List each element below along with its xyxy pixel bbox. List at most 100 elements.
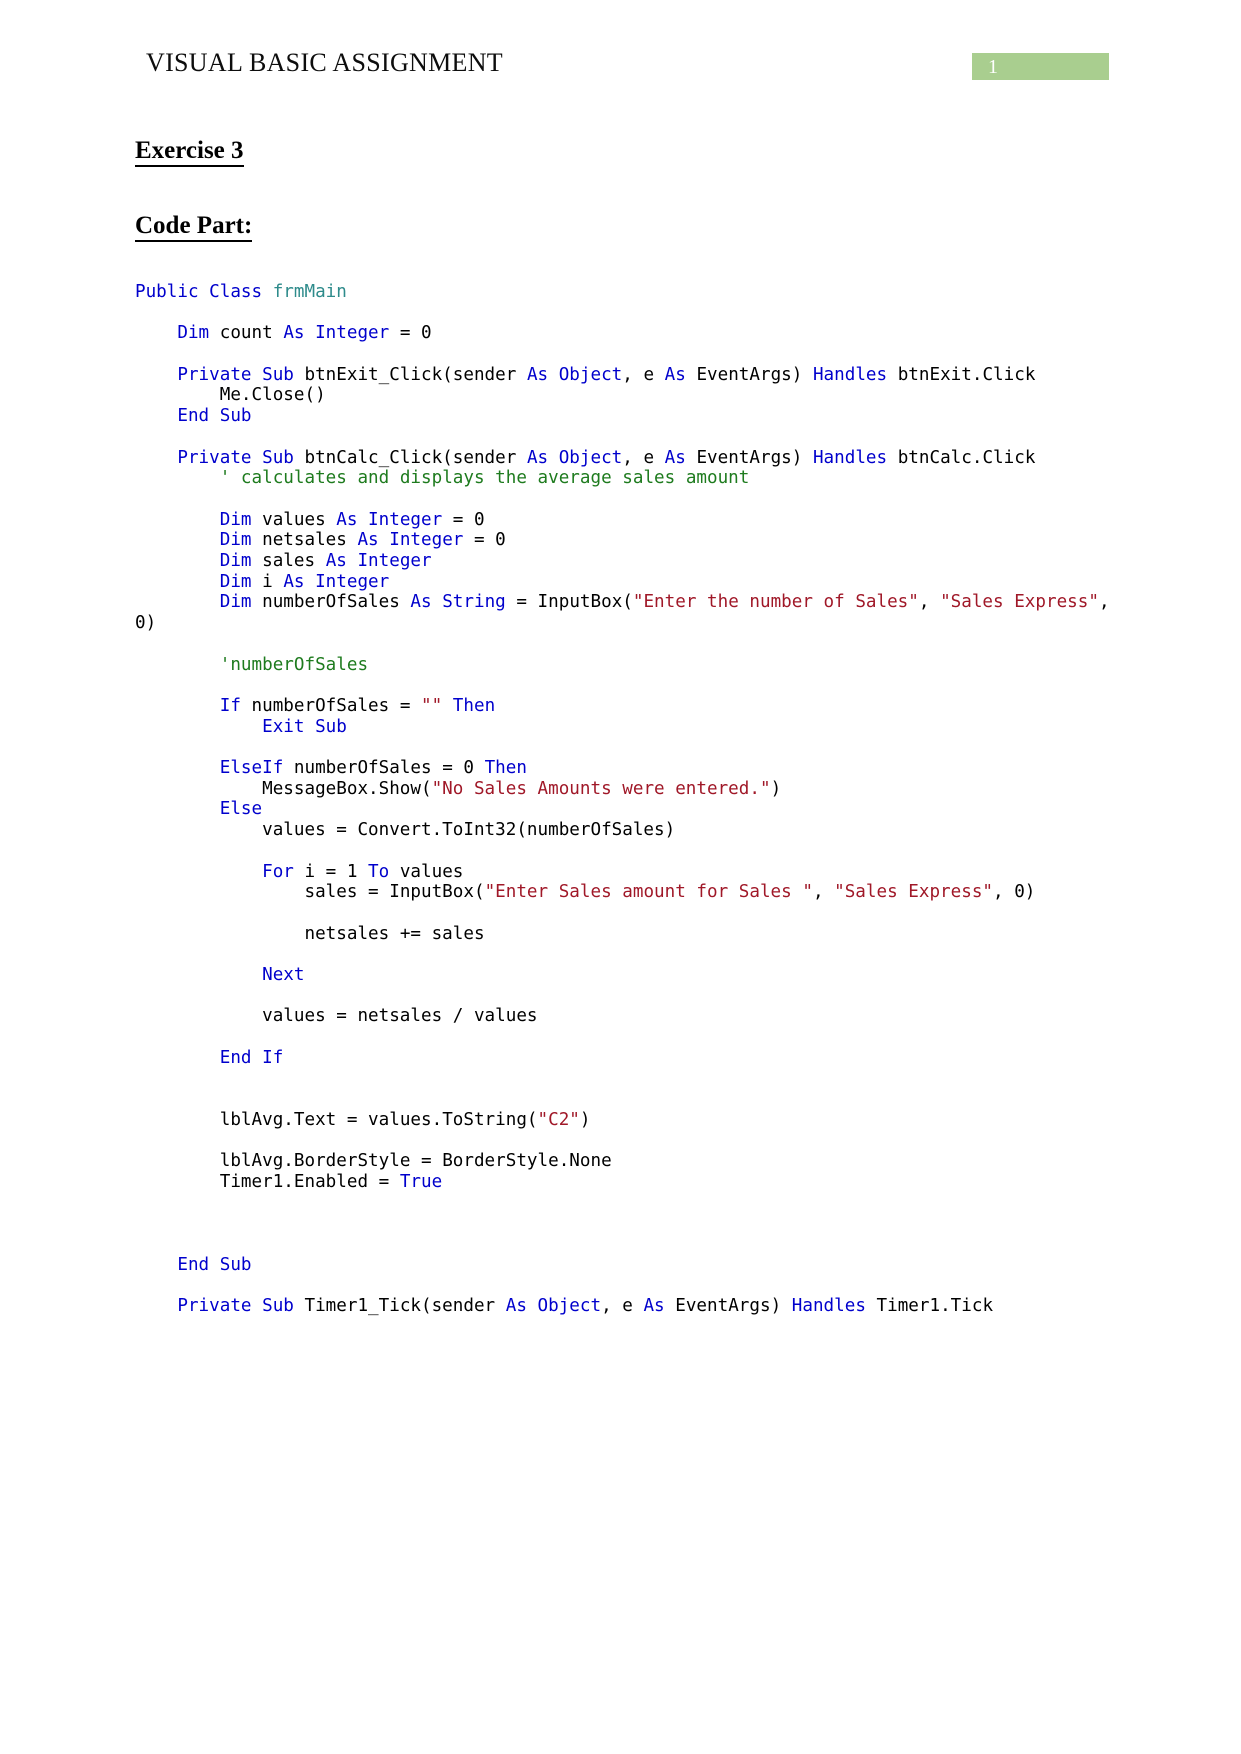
code-token-kw: To [368,861,400,882]
code-token-txt: Timer1.Tick [876,1296,994,1317]
code-token-txt: = 0 [442,509,485,530]
code-token-txt: = 0 [463,530,506,551]
code-token-txt: numberOfSales = 0 [293,758,485,779]
heading-exercise-label: Exercise 3 [135,137,244,167]
code-token-txt: netsales += sales [135,923,485,944]
code-token-kw: Then [452,695,496,716]
code-token-kw: If [219,695,252,716]
code-token-kw: As Object [505,1296,602,1317]
code-token-type: frmMain [272,282,347,302]
code-token-txt: netsales [262,530,358,551]
code-token-cmt: ' calculates and displays the average sa… [219,468,750,489]
heading-exercise: Exercise 3 [135,136,244,167]
code-token-kw: As Integer [283,571,390,592]
code-line: values = Convert.ToInt32(numberOfSales) [135,820,1135,841]
code-line: ' calculates and displays the average sa… [135,468,1135,489]
code-line: sales = InputBox("Enter Sales amount for… [135,882,1135,903]
code-block: Public Class frmMain Dim count As Intege… [135,282,1135,1317]
code-token-txt: EventArgs) [696,364,813,385]
code-token-kw: Then [484,758,527,779]
heading-code-part: Code Part: [135,211,253,242]
code-line: 'numberOfSales [135,655,1135,676]
code-token-txt: values = netsales / values [135,1006,538,1027]
code-token-kw: As Integer [357,530,464,551]
code-line: Public Class frmMain [135,282,1135,303]
code-line: End Sub [135,406,1135,427]
code-token-txt: ) [770,778,782,799]
code-token-kw: As String [410,592,506,613]
code-line: Dim sales As Integer [135,551,1135,572]
code-token-kw: End If [219,1047,284,1068]
code-token-kw: Else [219,799,263,820]
code-token-txt: EventArgs) [675,1296,792,1317]
code-token-txt: numberOfSales [262,592,411,613]
code-line: netsales += sales [135,924,1135,945]
code-token-txt: lblAvg.Text = values.ToString( [135,1109,538,1130]
code-token-kw: Dim [219,530,263,551]
code-token-kw: As Object [526,447,623,468]
code-token-str: "C2" [537,1109,580,1130]
code-line: Else [135,799,1135,820]
code-token-txt: , [812,882,835,903]
code-token-kw: Handles [791,1296,877,1317]
code-token-txt: , [918,592,941,613]
code-token-cmt: 'numberOfSales [219,654,369,675]
code-token-kw: As [643,1296,676,1317]
code-token-txt: Timer1.Enabled = [135,1172,400,1192]
code-token-txt: MessageBox.Show( [135,778,432,799]
code-line: values = netsales / values [135,1006,1135,1027]
code-token-txt: EventArgs) [696,447,813,468]
code-token-txt: sales [262,551,326,572]
code-token-kw: Private Sub [177,1296,305,1317]
code-line: lblAvg.Text = values.ToString("C2") [135,1110,1135,1131]
code-token-kw: As Object [526,364,623,385]
code-line: Me.Close() [135,385,1135,406]
code-token-txt: , e [601,1296,644,1317]
code-line: MessageBox.Show("No Sales Amounts were e… [135,779,1135,800]
code-line: For i = 1 To values [135,862,1135,883]
code-token-str: "Sales Express" [834,882,994,903]
code-token-txt: btnCalc.Click [897,447,1036,468]
code-token-str: "Enter Sales amount for Sales " [484,882,813,903]
code-token-txt: Me.Close() [135,385,326,406]
code-token-txt: = InputBox( [505,592,633,613]
code-token-txt: = 0 [389,323,432,344]
code-line: End Sub [135,1255,1135,1276]
code-token-txt: Timer1_Tick(sender [304,1296,506,1317]
code-line: Dim values As Integer = 0 [135,510,1135,531]
code-token-str: "No Sales Amounts were entered." [431,778,771,799]
code-line: Dim netsales As Integer = 0 [135,530,1135,551]
code-token-txt: btnExit.Click [897,364,1036,385]
code-token-kw: Handles [812,364,898,385]
code-token-kw: Dim [219,571,263,592]
code-token-txt: , e [622,447,665,468]
code-token-kw: Private Sub [177,447,305,468]
code-line: If numberOfSales = "" Then [135,696,1135,717]
